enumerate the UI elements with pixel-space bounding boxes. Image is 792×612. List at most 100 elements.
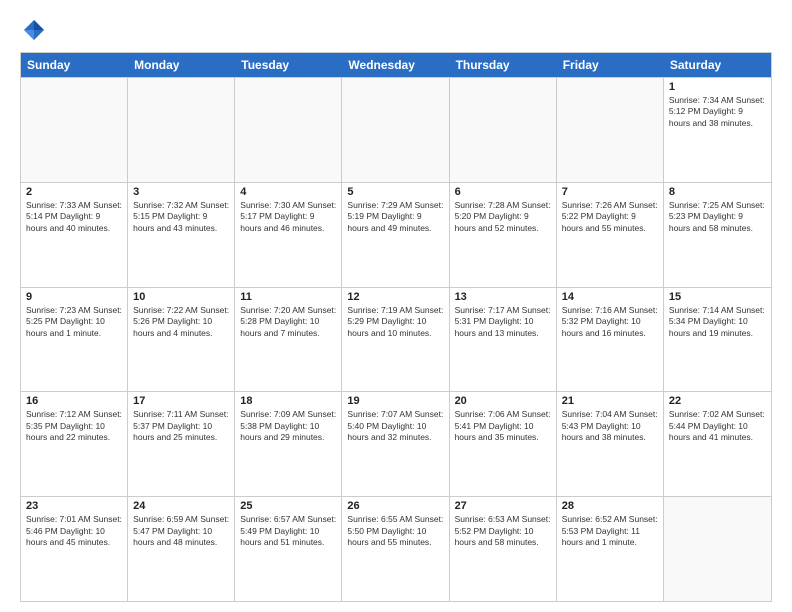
logo [20, 16, 52, 44]
day-info: Sunrise: 7:28 AM Sunset: 5:20 PM Dayligh… [455, 200, 551, 234]
header [20, 16, 772, 44]
day-info: Sunrise: 7:20 AM Sunset: 5:28 PM Dayligh… [240, 305, 336, 339]
day-number: 20 [455, 395, 551, 407]
cal-cell: 14Sunrise: 7:16 AM Sunset: 5:32 PM Dayli… [557, 288, 664, 392]
header-day-tuesday: Tuesday [235, 53, 342, 77]
cal-cell: 22 Sunrise: 7:02 AM Sunset: 5:44 PM Dayli… [664, 392, 771, 496]
week-row-4: 16 Sunrise: 7:12 AM Sunset: 5:35 PM Dayli… [21, 391, 771, 496]
day-info: Sunrise: 7:23 AM Sunset: 5:25 PM Dayligh… [26, 305, 122, 339]
cal-cell: 3Sunrise: 7:32 AM Sunset: 5:15 PM Daylig… [128, 183, 235, 287]
cal-cell: 15 Sunrise: 7:14 AM Sunset: 5:34 PM Dayli… [664, 288, 771, 392]
day-number: 13 [455, 291, 551, 303]
day-info: Sunrise: 7:01 AM Sunset: 5:46 PM Dayligh… [26, 514, 122, 548]
cal-cell: 12Sunrise: 7:19 AM Sunset: 5:29 PM Dayli… [342, 288, 449, 392]
day-info: Sunrise: 7:25 AM Sunset: 5:23 PM Dayligh… [669, 200, 766, 234]
header-day-wednesday: Wednesday [342, 53, 449, 77]
day-info: Sunrise: 7:06 AM Sunset: 5:41 PM Dayligh… [455, 409, 551, 443]
cal-cell: 6 Sunrise: 7:28 AM Sunset: 5:20 PM Daylig… [450, 183, 557, 287]
cal-cell: 10 Sunrise: 7:22 AM Sunset: 5:26 PM Dayli… [128, 288, 235, 392]
day-number: 3 [133, 186, 229, 198]
cal-cell: 2 Sunrise: 7:33 AM Sunset: 5:14 PM Daylig… [21, 183, 128, 287]
cal-cell: 13 Sunrise: 7:17 AM Sunset: 5:31 PM Dayli… [450, 288, 557, 392]
day-number: 25 [240, 500, 336, 512]
day-number: 8 [669, 186, 766, 198]
cal-cell [21, 78, 128, 182]
day-info: Sunrise: 7:12 AM Sunset: 5:35 PM Dayligh… [26, 409, 122, 443]
day-info: Sunrise: 7:17 AM Sunset: 5:31 PM Dayligh… [455, 305, 551, 339]
cal-cell: 9 Sunrise: 7:23 AM Sunset: 5:25 PM Daylig… [21, 288, 128, 392]
week-row-2: 2 Sunrise: 7:33 AM Sunset: 5:14 PM Daylig… [21, 182, 771, 287]
cal-cell [342, 78, 449, 182]
day-number: 21 [562, 395, 658, 407]
day-info: Sunrise: 7:02 AM Sunset: 5:44 PM Dayligh… [669, 409, 766, 443]
calendar-body: 1 Sunrise: 7:34 AM Sunset: 5:12 PM Daylig… [21, 77, 771, 601]
day-info: Sunrise: 7:09 AM Sunset: 5:38 PM Dayligh… [240, 409, 336, 443]
week-row-3: 9 Sunrise: 7:23 AM Sunset: 5:25 PM Daylig… [21, 287, 771, 392]
day-info: Sunrise: 7:33 AM Sunset: 5:14 PM Dayligh… [26, 200, 122, 234]
day-number: 16 [26, 395, 122, 407]
day-number: 17 [133, 395, 229, 407]
day-info: Sunrise: 7:07 AM Sunset: 5:40 PM Dayligh… [347, 409, 443, 443]
day-info: Sunrise: 7:30 AM Sunset: 5:17 PM Dayligh… [240, 200, 336, 234]
day-info: Sunrise: 6:55 AM Sunset: 5:50 PM Dayligh… [347, 514, 443, 548]
day-number: 24 [133, 500, 229, 512]
header-day-thursday: Thursday [450, 53, 557, 77]
cal-cell: 18Sunrise: 7:09 AM Sunset: 5:38 PM Dayli… [235, 392, 342, 496]
day-info: Sunrise: 6:53 AM Sunset: 5:52 PM Dayligh… [455, 514, 551, 548]
cal-cell [128, 78, 235, 182]
day-info: Sunrise: 7:11 AM Sunset: 5:37 PM Dayligh… [133, 409, 229, 443]
day-info: Sunrise: 6:57 AM Sunset: 5:49 PM Dayligh… [240, 514, 336, 548]
header-day-saturday: Saturday [664, 53, 771, 77]
day-number: 23 [26, 500, 122, 512]
header-day-friday: Friday [557, 53, 664, 77]
week-row-1: 1 Sunrise: 7:34 AM Sunset: 5:12 PM Daylig… [21, 77, 771, 182]
day-number: 26 [347, 500, 443, 512]
day-info: Sunrise: 6:59 AM Sunset: 5:47 PM Dayligh… [133, 514, 229, 548]
cal-cell: 7Sunrise: 7:26 AM Sunset: 5:22 PM Daylig… [557, 183, 664, 287]
day-number: 1 [669, 81, 766, 93]
day-number: 19 [347, 395, 443, 407]
day-number: 27 [455, 500, 551, 512]
calendar: SundayMondayTuesdayWednesdayThursdayFrid… [20, 52, 772, 602]
cal-cell [557, 78, 664, 182]
cal-cell: 5 Sunrise: 7:29 AM Sunset: 5:19 PM Daylig… [342, 183, 449, 287]
day-number: 5 [347, 186, 443, 198]
day-info: Sunrise: 7:22 AM Sunset: 5:26 PM Dayligh… [133, 305, 229, 339]
cal-cell: 23 Sunrise: 7:01 AM Sunset: 5:46 PM Dayli… [21, 497, 128, 601]
day-number: 6 [455, 186, 551, 198]
cal-cell: 27 Sunrise: 6:53 AM Sunset: 5:52 PM Dayli… [450, 497, 557, 601]
cal-cell: 19 Sunrise: 7:07 AM Sunset: 5:40 PM Dayli… [342, 392, 449, 496]
cal-cell: 11 Sunrise: 7:20 AM Sunset: 5:28 PM Dayli… [235, 288, 342, 392]
cal-cell: 21 Sunrise: 7:04 AM Sunset: 5:43 PM Dayli… [557, 392, 664, 496]
calendar-header: SundayMondayTuesdayWednesdayThursdayFrid… [21, 53, 771, 77]
cal-cell: 16 Sunrise: 7:12 AM Sunset: 5:35 PM Dayli… [21, 392, 128, 496]
cal-cell: 17 Sunrise: 7:11 AM Sunset: 5:37 PM Dayli… [128, 392, 235, 496]
day-number: 22 [669, 395, 766, 407]
day-number: 10 [133, 291, 229, 303]
week-row-5: 23 Sunrise: 7:01 AM Sunset: 5:46 PM Dayli… [21, 496, 771, 601]
day-number: 2 [26, 186, 122, 198]
cal-cell [664, 497, 771, 601]
day-number: 12 [347, 291, 443, 303]
day-info: Sunrise: 7:34 AM Sunset: 5:12 PM Dayligh… [669, 95, 766, 129]
day-number: 15 [669, 291, 766, 303]
day-info: Sunrise: 7:26 AM Sunset: 5:22 PM Dayligh… [562, 200, 658, 234]
cal-cell: 26 Sunrise: 6:55 AM Sunset: 5:50 PM Dayli… [342, 497, 449, 601]
header-day-monday: Monday [128, 53, 235, 77]
day-info: Sunrise: 7:16 AM Sunset: 5:32 PM Dayligh… [562, 305, 658, 339]
cal-cell: 24 Sunrise: 6:59 AM Sunset: 5:47 PM Dayli… [128, 497, 235, 601]
cal-cell: 28Sunrise: 6:52 AM Sunset: 5:53 PM Dayli… [557, 497, 664, 601]
day-info: Sunrise: 7:04 AM Sunset: 5:43 PM Dayligh… [562, 409, 658, 443]
day-info: Sunrise: 7:14 AM Sunset: 5:34 PM Dayligh… [669, 305, 766, 339]
day-info: Sunrise: 7:29 AM Sunset: 5:19 PM Dayligh… [347, 200, 443, 234]
cal-cell [450, 78, 557, 182]
cal-cell: 8 Sunrise: 7:25 AM Sunset: 5:23 PM Daylig… [664, 183, 771, 287]
day-number: 4 [240, 186, 336, 198]
cal-cell: 4 Sunrise: 7:30 AM Sunset: 5:17 PM Daylig… [235, 183, 342, 287]
cal-cell [235, 78, 342, 182]
cal-cell: 1 Sunrise: 7:34 AM Sunset: 5:12 PM Daylig… [664, 78, 771, 182]
day-number: 11 [240, 291, 336, 303]
day-number: 28 [562, 500, 658, 512]
day-number: 9 [26, 291, 122, 303]
logo-icon [20, 16, 48, 44]
